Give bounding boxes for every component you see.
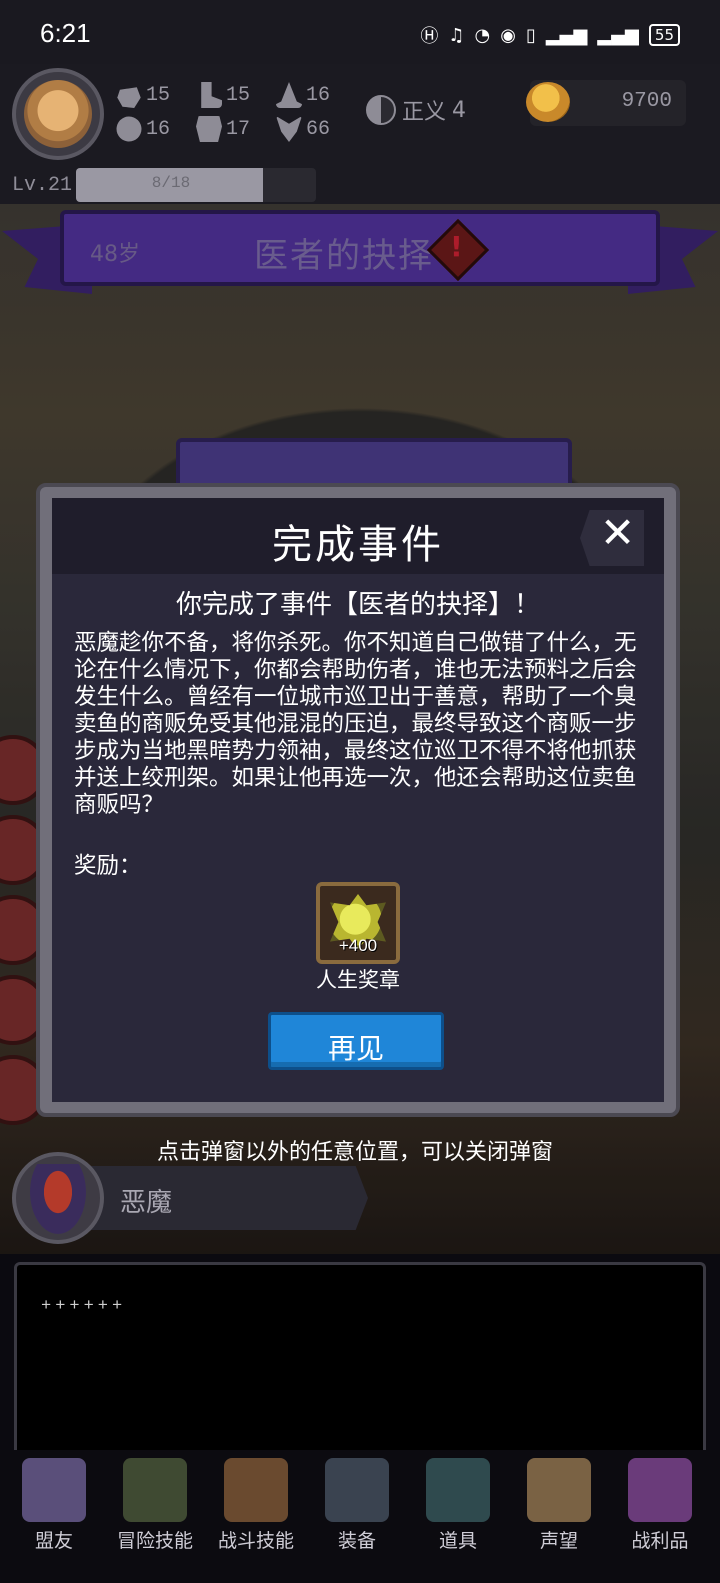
reward-item[interactable]: +400 [316, 882, 400, 964]
armor-icon [196, 116, 222, 142]
gold-display: 9700 [526, 80, 686, 126]
nav-reputation[interactable]: 声望 [511, 1450, 607, 1583]
scroll-icon [527, 1458, 591, 1522]
nav-equipment[interactable]: 装备 [309, 1450, 405, 1583]
nav-loot[interactable]: 战利品 [612, 1450, 708, 1583]
event-complete-modal: 完成事件 ✕ 你完成了事件【医者的抉择】！ 恶魔趁你不备，将你杀死。你不知道自己… [52, 498, 664, 1102]
event-log[interactable]: ++++++ [14, 1262, 706, 1458]
nav-label: 盟友 [34, 1530, 73, 1552]
reward-label: 奖励： [74, 853, 142, 879]
vibrate-icon: ▯ [525, 24, 536, 46]
handshake-icon [22, 1458, 86, 1522]
nav-label: 战斗技能 [217, 1530, 294, 1552]
signal-4g-icon: ▂▄▆ [597, 24, 639, 46]
gold-value: 9700 [621, 90, 672, 113]
reward-name: 人生奖章 [316, 968, 400, 992]
battery-icon: 55 [648, 24, 680, 46]
boot-icon [201, 82, 222, 108]
stat-strength: 15 [116, 82, 170, 108]
npc-name: 恶魔 [120, 1188, 173, 1218]
xp-text: 8/18 [151, 174, 191, 192]
xp-bar: 8/18 [76, 168, 316, 202]
nav-label: 冒险技能 [116, 1530, 193, 1552]
modal-header: 完成事件 ✕ [52, 498, 664, 574]
corgi-avatar-icon [24, 80, 92, 148]
modal-subtitle: 你完成了事件【医者的抉择】！ [175, 590, 540, 620]
swords-icon [325, 1458, 389, 1522]
hd-icon: Ⓗ [420, 26, 439, 47]
goodbye-button[interactable]: 再见 [268, 1012, 444, 1070]
yin-yang-icon [366, 95, 396, 125]
nav-combat-skills[interactable]: 战斗技能 [208, 1450, 304, 1583]
stat-luck: 16 [116, 116, 170, 142]
nav-adventure-skills[interactable]: 冒险技能 [107, 1450, 203, 1583]
nav-label: 装备 [337, 1530, 376, 1552]
alignment-display: 正义 4 [366, 94, 466, 126]
speed-icon: ◔ [474, 24, 491, 46]
stat-magic: 16 [276, 82, 330, 108]
backpack-icon [224, 1458, 288, 1522]
book-icon [123, 1458, 187, 1522]
alignment-value: 4 [452, 97, 467, 123]
player-level: Lv.21 [12, 174, 73, 197]
clover-icon [116, 116, 142, 142]
pouch-icon [426, 1458, 490, 1522]
modal-body-text: 恶魔趁你不备，将你杀死。你不知道自己做错了什么，无论在什么情况下，你都会帮助伤者… [74, 630, 637, 818]
stat-agility: 15 [196, 82, 250, 108]
modal-title: 完成事件 [272, 522, 444, 568]
npc-name-bar [60, 1166, 368, 1230]
demon-icon [30, 1164, 86, 1234]
reward-amount: +400 [338, 936, 378, 955]
headphones-icon: ♫ [448, 24, 465, 46]
player-header: 15 15 16 16 17 66 正义 4 9700 Lv.21 8/18 [0, 64, 720, 204]
eye-icon: ◉ [500, 24, 516, 46]
wizard-hat-icon [276, 82, 302, 108]
gold-coins-icon [526, 82, 570, 122]
chest-icon [628, 1458, 692, 1522]
stat-spirit: 66 [276, 116, 330, 142]
nav-items[interactable]: 道具 [410, 1450, 506, 1583]
alignment-label: 正义 [402, 100, 447, 125]
signal-4g-icon: ▂▄▆ [545, 24, 588, 46]
player-avatar[interactable] [12, 68, 104, 160]
status-time: 6:21 [40, 18, 91, 48]
nav-label: 战利品 [631, 1530, 689, 1552]
log-text: ++++++ [41, 1297, 127, 1316]
nav-label: 声望 [539, 1530, 578, 1552]
wings-icon [276, 116, 302, 142]
stat-defense: 17 [196, 116, 250, 142]
nav-allies[interactable]: 盟友 [6, 1450, 102, 1583]
fist-icon [117, 87, 141, 108]
player-stats: 15 15 16 16 17 66 [116, 78, 346, 158]
goodbye-button-label: 再见 [327, 1032, 384, 1065]
status-bar: 6:21 Ⓗ ♫ ◔ ◉ ▯ ▂▄▆ ▂▄▆ 55 [0, 0, 720, 64]
status-icons: Ⓗ ♫ ◔ ◉ ▯ ▂▄▆ ▂▄▆ 55 [420, 22, 680, 48]
bottom-nav: 盟友 冒险技能 战斗技能 装备 道具 声望 战利品 [0, 1450, 720, 1583]
npc-avatar[interactable] [12, 1152, 104, 1244]
nav-label: 道具 [438, 1530, 477, 1552]
close-icon[interactable]: ✕ [600, 508, 635, 557]
close-hint: 点击弹窗以外的任意位置，可以关闭弹窗 [156, 1140, 553, 1165]
